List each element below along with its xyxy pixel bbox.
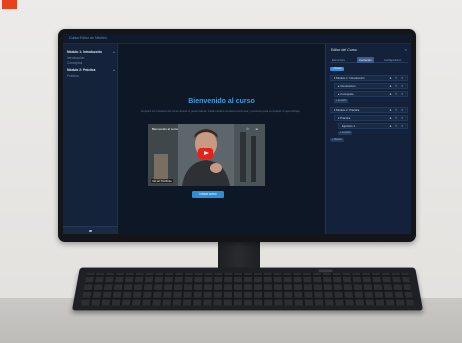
sidebar-item-module-1[interactable]: Módulo 1: Introducción	[67, 50, 115, 55]
collapse-handle[interactable]	[89, 230, 92, 232]
monitor: Curso Editor de Niveles Módulo 1: Introd…	[58, 29, 416, 242]
keyboard	[71, 267, 424, 311]
row-actions-icons[interactable]: ■ ✎ ✕	[390, 124, 405, 129]
welcome-description: Explora los módulos del curso desde el p…	[141, 109, 301, 113]
monitor-screen: Curso Editor de Niveles Módulo 1: Introd…	[63, 34, 411, 234]
keyboard-keys	[80, 273, 415, 306]
tree-row-label: ▾ Módulo 2: Práctica	[334, 108, 360, 112]
row-actions-icons[interactable]: ■ ✎ ✕	[390, 84, 405, 89]
tab-settings[interactable]: Configuración	[384, 57, 401, 63]
tree-row-intro[interactable]: ▸ Introducción ■ ✎ ✕	[334, 83, 408, 89]
monitor-stand	[218, 242, 260, 269]
editor-panel: Editor del Curso × Estructura Contenido …	[325, 44, 411, 234]
tree-row-practice[interactable]: ▾ Práctica ■ ✎ ✕	[334, 115, 408, 121]
keyboard-indicator	[318, 269, 333, 273]
tree-row-label: ▸ Introducción	[338, 84, 356, 88]
tree-row-label: ▾ Práctica	[338, 116, 351, 120]
close-icon[interactable]: ×	[405, 47, 407, 52]
tree-row-concepts[interactable]: ▸ Conceptos ■ ✎ ✕	[334, 91, 408, 97]
start-course-button[interactable]: Iniciar curso	[192, 191, 224, 198]
tab-content[interactable]: Contenido	[357, 57, 374, 63]
tree-row-module-2[interactable]: ▾ Módulo 2: Práctica ■ ✎ ✕	[330, 107, 408, 113]
corner-badge	[2, 0, 17, 9]
main-content: Bienvenido al curso Explora los módulos …	[119, 44, 324, 234]
video-player[interactable]: Bienvenido al curso ⏱ ➦ Ver en YouTube	[148, 124, 265, 186]
tree-row-label: ▸ Conceptos	[338, 92, 354, 96]
panel-tabs: Estructura Contenido Configuración	[330, 57, 408, 63]
panel-title: Editor del Curso	[331, 48, 357, 52]
tree-row-label: Ejercicio 1	[342, 124, 355, 128]
tree-row-label: ▾ Módulo 1: Introducción	[334, 76, 365, 80]
app-title-text: Editor de Niveles	[79, 36, 107, 40]
row-actions-icons[interactable]: ■ ✎ ✕	[390, 116, 405, 121]
tree-row-module-1[interactable]: ▾ Módulo 1: Introducción ■ ✎ ✕	[330, 75, 408, 81]
video-share-icons[interactable]: ⏱ ➦	[246, 127, 261, 131]
app-brand: Curso	[69, 36, 79, 40]
row-actions-icons[interactable]: ■ ✎ ✕	[390, 92, 405, 97]
add-lesson-button-2[interactable]: + Lección	[338, 131, 353, 135]
app-topbar: Curso Editor de Niveles	[63, 34, 411, 44]
sidebar-footer	[63, 226, 118, 234]
video-title: Bienvenido al curso	[152, 127, 179, 131]
sidebar: Módulo 1: Introducción Introducción Conc…	[63, 44, 118, 234]
tab-structure[interactable]: Estructura	[332, 57, 345, 63]
sidebar-item-practice[interactable]: Práctica	[67, 74, 115, 79]
row-actions-icons[interactable]: ■ ✎ ✕	[390, 108, 405, 113]
app-title: Curso Editor de Niveles	[69, 36, 107, 40]
welcome-heading: Bienvenido al curso	[188, 98, 255, 105]
play-button[interactable]	[198, 148, 213, 159]
tree-row-exercise-1[interactable]: Ejercicio 1 ■ ✎ ✕	[338, 123, 408, 129]
sidebar-item-concepts[interactable]: Conceptos	[67, 61, 115, 66]
new-item-button[interactable]: + Nuevo	[330, 67, 344, 71]
add-module-button[interactable]: + Módulo	[330, 138, 344, 142]
row-actions-icons[interactable]: ■ ✎ ✕	[390, 76, 405, 81]
sidebar-item-module-2[interactable]: Módulo 2: Práctica	[67, 68, 115, 73]
video-watch-label[interactable]: Ver en YouTube	[151, 179, 173, 183]
add-lesson-button[interactable]: + Lección	[334, 99, 349, 103]
